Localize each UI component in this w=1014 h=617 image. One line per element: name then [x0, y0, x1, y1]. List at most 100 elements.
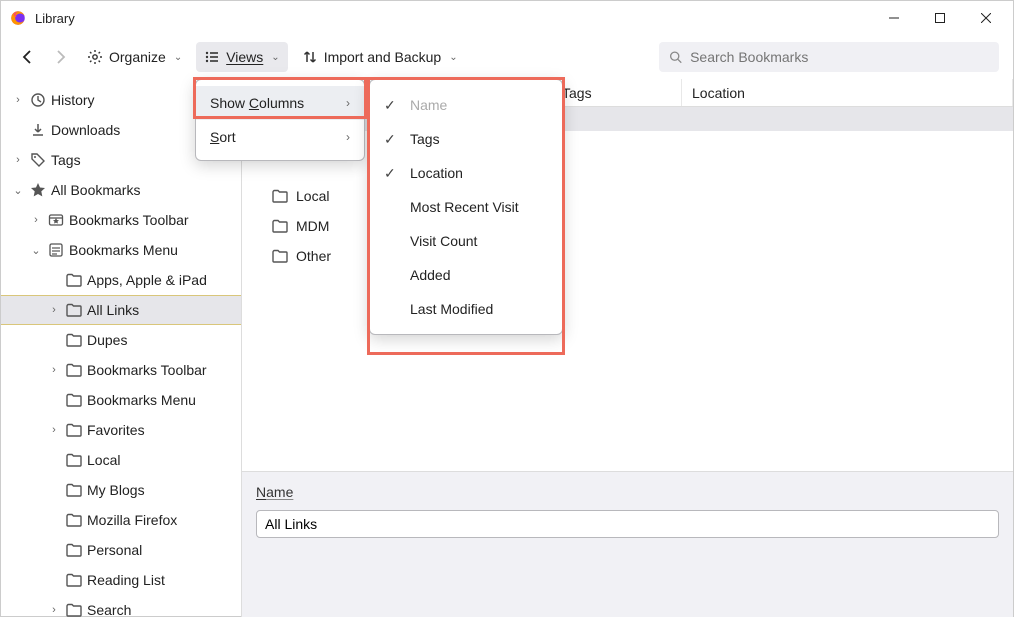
- sort-arrows-icon: [302, 49, 318, 65]
- minimize-button[interactable]: [871, 3, 917, 33]
- menu-item-label: Tags: [410, 131, 440, 147]
- sidebar-item-reading-list[interactable]: Reading List: [1, 565, 241, 595]
- folder-icon: [65, 303, 83, 317]
- menu-item-label: Added: [410, 267, 450, 283]
- list-item[interactable]: MDM: [242, 211, 1013, 241]
- sidebar-item-personal[interactable]: Personal: [1, 535, 241, 565]
- sidebar-item-label: Favorites: [87, 422, 145, 438]
- menu-item-label: Visit Count: [410, 233, 477, 249]
- sidebar-item-bookmarks-toolbar-2[interactable]: ›Bookmarks Toolbar: [1, 355, 241, 385]
- column-toggle-last-modified[interactable]: Last Modified: [370, 292, 562, 326]
- sidebar-item-label: Downloads: [51, 122, 120, 138]
- list-icon: [204, 49, 220, 65]
- folder-icon: [65, 273, 83, 287]
- check-icon: ✓: [384, 165, 400, 182]
- sidebar-item-label: All Bookmarks: [51, 182, 140, 198]
- folder-icon: [65, 423, 83, 437]
- folder-icon: [65, 393, 83, 407]
- sidebar-item-label: Bookmarks Menu: [87, 392, 196, 408]
- details-pane: Name All Links: [242, 471, 1013, 617]
- sidebar-item-bookmarks-menu[interactable]: ⌄Bookmarks Menu: [1, 235, 241, 265]
- column-header-location[interactable]: Location: [682, 79, 1013, 106]
- sidebar-item-search[interactable]: ›Search: [1, 595, 241, 617]
- sidebar-item-label: All Links: [87, 302, 139, 318]
- folder-icon: [65, 333, 83, 347]
- check-icon: ✓: [384, 131, 400, 148]
- sidebar-item-all-bookmarks[interactable]: ⌄All Bookmarks: [1, 175, 241, 205]
- maximize-button[interactable]: [917, 3, 963, 33]
- toolbar: Organize⌄ Views⌄ Import and Backup⌄: [1, 35, 1013, 79]
- organize-menu-button[interactable]: Organize⌄: [79, 42, 190, 72]
- sidebar-item-label: Tags: [51, 152, 81, 168]
- sidebar-item-label: Bookmarks Toolbar: [87, 362, 207, 378]
- views-menu-button[interactable]: Views⌄: [196, 42, 287, 72]
- column-toggle-name: ✓ Name: [370, 88, 562, 122]
- menu-item-show-columns[interactable]: Show Columns ›: [196, 86, 364, 120]
- bookmarks-menu-icon: [47, 242, 65, 258]
- list-area[interactable]: Local MDM Other: [242, 107, 1013, 471]
- sidebar-item-label: Bookmarks Menu: [69, 242, 178, 258]
- details-name-field[interactable]: All Links: [256, 510, 999, 538]
- sidebar-item-favorites[interactable]: ›Favorites: [1, 415, 241, 445]
- forward-button[interactable]: [47, 44, 73, 70]
- close-button[interactable]: [963, 3, 1009, 33]
- folder-icon: [65, 573, 83, 587]
- sidebar-item-label: Reading List: [87, 572, 165, 588]
- menu-item-sort[interactable]: Sort ›: [196, 120, 364, 154]
- sidebar-item-label: My Blogs: [87, 482, 145, 498]
- sidebar-item-apps[interactable]: Apps, Apple & iPad: [1, 265, 241, 295]
- star-icon: [29, 182, 47, 198]
- list-item[interactable]: Other: [242, 241, 1013, 271]
- search-box[interactable]: [659, 42, 999, 72]
- sidebar-item-label: Dupes: [87, 332, 127, 348]
- folder-icon: [65, 453, 83, 467]
- column-toggle-visit-count[interactable]: Visit Count: [370, 224, 562, 258]
- folder-icon: [65, 513, 83, 527]
- sidebar-item-label: Mozilla Firefox: [87, 512, 177, 528]
- sidebar-item-dupes[interactable]: Dupes: [1, 325, 241, 355]
- folder-icon: [272, 189, 288, 203]
- tag-icon: [29, 152, 47, 168]
- search-input[interactable]: [690, 49, 989, 65]
- sidebar-item-local[interactable]: Local: [1, 445, 241, 475]
- menu-item-label: Name: [410, 97, 447, 113]
- menu-item-label: Location: [410, 165, 463, 181]
- clock-icon: [29, 92, 47, 108]
- folder-icon: [272, 219, 288, 233]
- list-item-label: MDM: [296, 218, 329, 234]
- sidebar-item-label: Personal: [87, 542, 142, 558]
- sidebar-item-all-links[interactable]: ›All Links: [1, 295, 241, 325]
- menu-item-label: Most Recent Visit: [410, 199, 519, 215]
- sidebar-item-bookmarks-menu-2[interactable]: Bookmarks Menu: [1, 385, 241, 415]
- column-toggle-tags[interactable]: ✓ Tags: [370, 122, 562, 156]
- column-toggle-location[interactable]: ✓ Location: [370, 156, 562, 190]
- chevron-right-icon: ›: [346, 130, 350, 144]
- sidebar-item-label: Bookmarks Toolbar: [69, 212, 189, 228]
- sidebar-item-mozilla-firefox[interactable]: Mozilla Firefox: [1, 505, 241, 535]
- sidebar-item-my-blogs[interactable]: My Blogs: [1, 475, 241, 505]
- folder-icon: [65, 603, 83, 617]
- back-button[interactable]: [15, 44, 41, 70]
- sidebar-item-bookmarks-toolbar[interactable]: ›Bookmarks Toolbar: [1, 205, 241, 235]
- folder-icon: [65, 483, 83, 497]
- column-toggle-most-recent-visit[interactable]: Most Recent Visit: [370, 190, 562, 224]
- search-icon: [669, 50, 682, 64]
- list-item[interactable]: Local: [242, 181, 1013, 211]
- menu-item-label: Last Modified: [410, 301, 493, 317]
- list-item-label: Local: [296, 188, 329, 204]
- column-header-tags[interactable]: Tags: [552, 79, 682, 106]
- show-columns-submenu: ✓Name ✓Tags ✓Location Most Recent Visit …: [369, 79, 563, 335]
- toolbar-icon: [47, 212, 65, 228]
- download-icon: [29, 122, 47, 138]
- import-backup-menu-button[interactable]: Import and Backup⌄: [294, 42, 466, 72]
- list-item-label: Other: [296, 248, 331, 264]
- folder-icon: [65, 363, 83, 377]
- import-label: Import and Backup: [324, 49, 442, 65]
- column-toggle-added[interactable]: Added: [370, 258, 562, 292]
- organize-label: Organize: [109, 49, 166, 65]
- check-icon: ✓: [384, 97, 400, 114]
- folder-icon: [272, 249, 288, 263]
- views-menu: Show Columns › Sort ›: [195, 79, 365, 161]
- sidebar-item-label: Apps, Apple & iPad: [87, 272, 207, 288]
- details-name-label: Name: [256, 484, 293, 500]
